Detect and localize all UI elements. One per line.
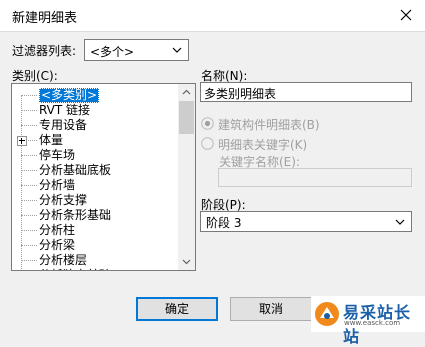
tree-item-label: 体量 (39, 133, 64, 147)
tree-item-label: 分析楼层 (39, 253, 88, 267)
phase-value: 阶段 3 (206, 216, 242, 230)
tree-item[interactable]: 分析基础底板 (12, 163, 178, 178)
tree-item-label: 分析独立基础 (39, 268, 111, 270)
title-bar: 新建明细表 (0, 0, 425, 32)
category-tree[interactable]: <多类别> RVT 链接 专用设备 体量 停车场 分析基础底板 分析墙 分析支撑 分析条形基础分… (11, 83, 196, 271)
name-input[interactable]: 多类别明细表 (200, 82, 412, 102)
tree-item-label: 分析梁 (39, 238, 76, 252)
scroll-up-button[interactable] (178, 84, 195, 101)
tree-item-label: RVT 链接 (39, 103, 91, 117)
cancel-button[interactable]: 取消 (230, 297, 312, 321)
chevron-down-icon (395, 219, 405, 225)
tree-branch-line (21, 260, 37, 261)
tree-item-label: 分析支撑 (39, 193, 88, 207)
filter-list-label: 过滤器列表: (12, 44, 77, 58)
expand-plus-icon[interactable] (17, 136, 27, 146)
tree-item[interactable]: 分析梁 (12, 238, 178, 253)
filter-list-dropdown[interactable]: <多个> (84, 39, 189, 61)
window-title: 新建明细表 (12, 11, 78, 26)
tree-item[interactable]: 体量 (12, 133, 178, 148)
scroll-down-icon (182, 259, 191, 265)
watermark-logo-icon (315, 302, 339, 326)
tree-item-label: 停车场 (39, 148, 76, 162)
tree-branch-line (21, 200, 37, 201)
tree-branch-line (21, 125, 37, 126)
filter-list-value: <多个> (90, 45, 135, 59)
tree-item-label: 分析柱 (39, 223, 76, 237)
tree-item[interactable]: 分析柱 (12, 223, 178, 238)
radio-schedule-keys-label: 明细表关键字(K) (218, 138, 308, 152)
phase-dropdown[interactable]: 阶段 3 (200, 211, 412, 232)
tree-branch-line (21, 215, 37, 216)
radio-building-schedule-label: 建筑构件明细表(B) (218, 118, 320, 132)
tree-item[interactable]: 分析楼层 (12, 253, 178, 268)
tree-item[interactable]: 分析墙 (12, 178, 178, 193)
close-icon (400, 9, 412, 21)
tree-item-label: 分析基础底板 (39, 163, 112, 177)
tree-item[interactable]: <多类别> (12, 88, 178, 103)
chevron-down-icon (172, 47, 182, 53)
tree-branch-line (21, 170, 37, 171)
tree-item-label: 专用设备 (39, 118, 88, 132)
watermark-url: www.easck.com (344, 319, 401, 327)
category-scrollbar[interactable] (178, 84, 195, 270)
tree-branch-line (21, 95, 37, 96)
scroll-thumb[interactable] (179, 101, 194, 134)
tree-branch-line (21, 230, 37, 231)
radio-schedule-keys[interactable] (201, 137, 214, 150)
watermark: 易采站长站 www.easck.com (311, 296, 425, 346)
tree-item[interactable]: 分析独立基础 (12, 268, 178, 270)
tree-item-label: <多类别> (39, 88, 100, 103)
ok-button[interactable]: 确定 (136, 297, 218, 321)
tree-item-label: 分析墙 (39, 178, 76, 192)
tree-branch-line (21, 245, 37, 246)
tree-item[interactable]: 停车场 (12, 148, 178, 163)
tree-item[interactable]: 分析支撑 (12, 193, 178, 208)
name-input-value: 多类别明细表 (204, 87, 277, 101)
key-name-input[interactable] (218, 168, 412, 187)
tree-item[interactable]: 专用设备 (12, 118, 178, 133)
radio-building-schedule[interactable] (201, 117, 214, 130)
scroll-down-button[interactable] (178, 253, 195, 270)
tree-branch-line (21, 185, 37, 186)
scroll-up-icon (182, 89, 191, 95)
tree-branch-line (21, 155, 37, 156)
tree-item-label: 分析条形基础 (39, 208, 112, 222)
tree-item[interactable]: RVT 链接 (12, 103, 178, 118)
category-label: 类别(C): (12, 69, 58, 83)
tree-item[interactable]: 分析条形基础 (12, 208, 178, 223)
close-button[interactable] (387, 0, 425, 31)
tree-branch-line (21, 110, 37, 111)
